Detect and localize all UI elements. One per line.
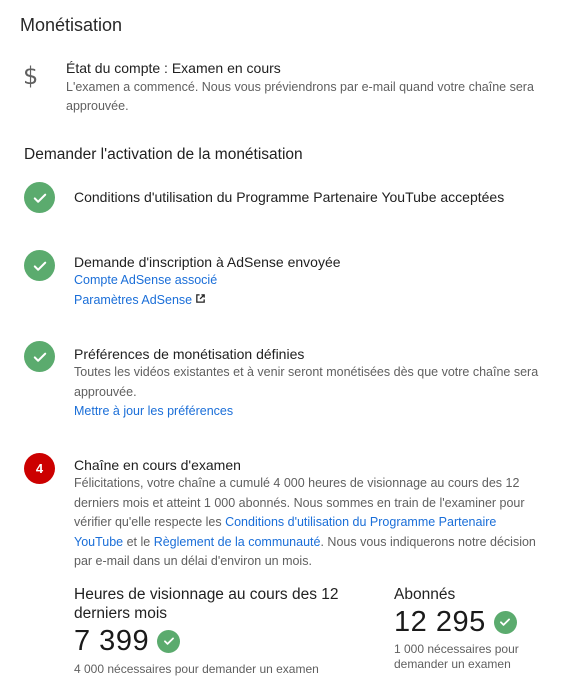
stat-value: 7 399 — [74, 625, 150, 657]
stat-label: Heures de visionnage au cours des 12 der… — [74, 586, 339, 622]
update-preferences-link[interactable]: Mettre à jour les préférences — [74, 402, 544, 422]
description-text: et le — [123, 534, 154, 549]
check-icon — [24, 182, 55, 213]
subscribers-stat: Abonnés 12 295 1 000 nécessaires pour de… — [394, 585, 544, 672]
adsense-settings-link[interactable]: Paramètres AdSense — [74, 291, 544, 311]
check-icon — [493, 610, 517, 634]
account-description: L'examen a commencé. Nous vous préviendr… — [66, 80, 534, 113]
check-icon — [157, 629, 181, 653]
dollar-icon: $ — [23, 62, 39, 90]
stat-label: Abonnés — [394, 586, 456, 603]
step-title: Demande d'inscription à AdSense envoyée — [74, 254, 341, 270]
page-title: Monétisation — [20, 15, 123, 35]
step-description: Félicitations, votre chaîne a cumulé 4 0… — [74, 474, 544, 572]
step-description: Toutes les vidéos existantes et à venir … — [74, 365, 539, 399]
watch-hours-stat: Heures de visionnage au cours des 12 der… — [74, 585, 344, 677]
community-guidelines-link[interactable]: Règlement de la communauté — [154, 535, 321, 549]
step-title: Préférences de monétisation définies — [74, 346, 305, 362]
step-number-badge: 4 — [24, 453, 55, 484]
account-status: État du compte : Examen en cours — [66, 60, 281, 76]
external-link-icon — [195, 291, 206, 311]
step-title: Chaîne en cours d'examen — [74, 457, 241, 473]
check-icon — [24, 250, 55, 281]
section-title: Demander l'activation de la monétisation — [24, 146, 303, 163]
adsense-settings-label: Paramètres AdSense — [74, 292, 193, 307]
step-title: Conditions d'utilisation du Programme Pa… — [74, 189, 505, 205]
check-icon — [24, 341, 55, 372]
stat-note: 1 000 nécessaires pour demander un exame… — [394, 642, 519, 671]
adsense-account-link[interactable]: Compte AdSense associé — [74, 271, 544, 291]
stat-value: 12 295 — [394, 606, 486, 638]
stat-note: 4 000 nécessaires pour demander un exame… — [74, 662, 319, 676]
